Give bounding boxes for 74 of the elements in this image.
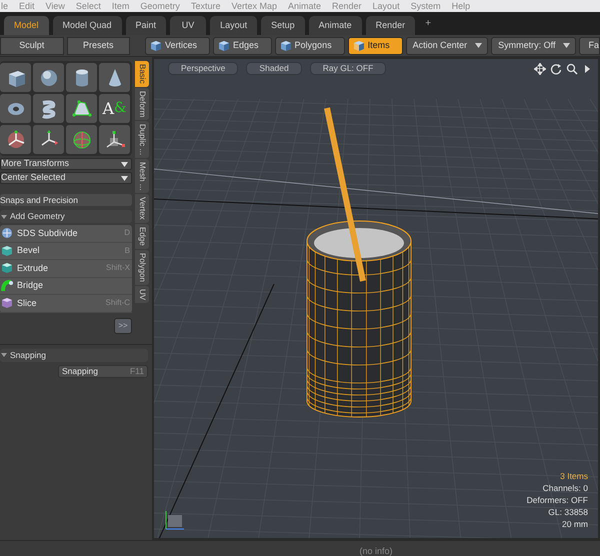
cube-icon: [0, 296, 14, 310]
selection-mode-button[interactable]: Vertices: [145, 36, 210, 54]
cube-icon: [149, 39, 162, 52]
dropdown-button[interactable]: Action Center: [406, 36, 488, 54]
layout-tab[interactable]: Render: [366, 16, 416, 35]
section-header[interactable]: Snapping: [0, 348, 148, 362]
add-tab-button[interactable]: +: [419, 16, 438, 35]
tool-button[interactable]: [99, 63, 130, 92]
tool-button[interactable]: [66, 94, 97, 123]
viewport-info-text: Deformers: OFF: [526, 494, 588, 506]
dropdown-field[interactable]: More Transforms: [0, 158, 132, 170]
caret-icon: [475, 43, 482, 48]
view-option-button[interactable]: Ray GL: OFF: [310, 62, 386, 75]
cube-icon: [0, 261, 14, 276]
layout-tab[interactable]: Layout: [210, 16, 258, 35]
3d-viewport[interactable]: Perspective Shaded Ray GL: OFF 3 Items Channels: 0 Deformers: OFF GL: 33858 20 mm: [152, 57, 600, 540]
status-text: (no info): [359, 546, 393, 556]
tool-button[interactable]: [33, 63, 64, 92]
toolbar-button[interactable]: Presets: [66, 36, 130, 54]
side-tab[interactable]: Edge: [135, 224, 149, 249]
dropdown-field[interactable]: Center Selected: [0, 172, 132, 184]
tool-button[interactable]: [0, 63, 31, 92]
tool-list-item[interactable]: Bridge: [0, 278, 132, 295]
view-option-button[interactable]: Perspective: [168, 62, 238, 75]
cube-icon: [278, 39, 292, 52]
axis-gizmo-icon: [166, 510, 184, 530]
selection-mode-button[interactable]: Items: [348, 36, 403, 54]
layout-tab[interactable]: Paint: [126, 16, 166, 35]
caret-icon: [121, 162, 128, 166]
section-title: Add Geometry: [10, 210, 65, 223]
toolbar-button[interactable]: Sculpt: [0, 36, 64, 54]
selection-mode-button[interactable]: Polygons: [274, 36, 345, 54]
side-tab[interactable]: Polygon: [135, 250, 149, 285]
side-tab[interactable]: Vertex: [135, 194, 149, 224]
section-header[interactable]: Add Geometry: [0, 210, 132, 223]
tool-button[interactable]: [66, 125, 97, 154]
viewport-info-text: 20 mm: [561, 518, 588, 530]
layout-tab[interactable]: Model: [4, 16, 49, 35]
side-tab[interactable]: Deform: [135, 88, 149, 120]
cube-icon: [0, 244, 14, 258]
tool-button[interactable]: [99, 125, 130, 154]
section-title: Snapping: [10, 348, 46, 362]
tool-button[interactable]: [0, 94, 31, 123]
toolbar-button[interactable]: Fa: [579, 36, 600, 54]
caret-icon: [121, 176, 128, 180]
layout-tab[interactable]: Model Quad: [52, 16, 122, 35]
bridge-icon: [0, 278, 14, 293]
tool-button[interactable]: A&: [99, 94, 130, 123]
move-icon[interactable]: [534, 63, 546, 75]
side-tab[interactable]: Duplic ...: [135, 120, 149, 158]
snaps-button[interactable]: Snaps and Precision: [0, 194, 132, 206]
selection-mode-button[interactable]: Edges: [213, 36, 272, 54]
viewport-info-text: GL: 33858: [547, 506, 588, 518]
layout-tab[interactable]: UV: [170, 16, 206, 35]
cube-icon: [352, 39, 365, 52]
side-tab[interactable]: Mesh ...: [135, 158, 149, 194]
caret-icon: [563, 43, 570, 48]
side-tab[interactable]: Basic: [135, 61, 149, 87]
dropdown-button[interactable]: Symmetry: Off: [491, 36, 576, 54]
layout-tab[interactable]: Animate: [308, 16, 362, 35]
viewport-info-text: Channels: 0: [542, 482, 588, 494]
viewport-info-text: 3 Items: [559, 470, 588, 482]
tool-button[interactable]: [0, 125, 31, 154]
cube-icon: [217, 39, 230, 52]
tool-button[interactable]: [66, 63, 97, 92]
view-option-button[interactable]: Shaded: [246, 62, 302, 75]
snapping-button[interactable]: Snapping F11: [58, 364, 148, 378]
rotate-icon[interactable]: [550, 63, 562, 75]
subdivide-icon: [0, 226, 14, 240]
tool-button[interactable]: [33, 125, 64, 154]
search-icon[interactable]: [566, 63, 578, 75]
layout-tab[interactable]: Setup: [261, 16, 305, 35]
tool-button[interactable]: [33, 94, 64, 123]
side-tab[interactable]: UV: [135, 286, 149, 303]
